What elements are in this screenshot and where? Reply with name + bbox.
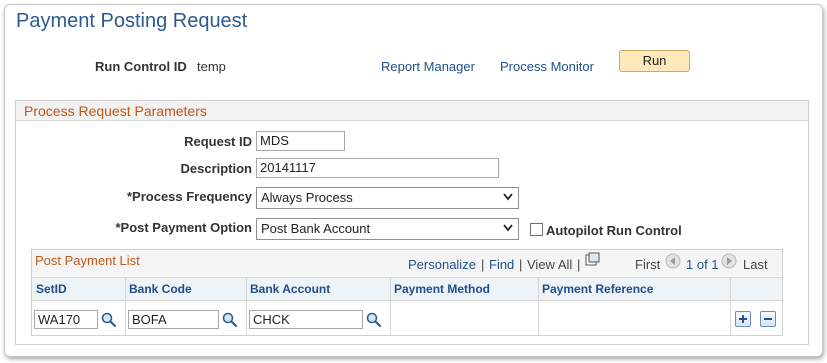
payment-reference-cell — [542, 312, 722, 328]
post-payment-option-value: Post Bank Account — [261, 221, 371, 236]
magnifier-icon[interactable] — [365, 311, 382, 328]
nav-separator: | — [481, 257, 485, 272]
row-range: 1 of 1 — [686, 257, 719, 272]
column-divider — [246, 277, 247, 335]
column-divider — [730, 277, 731, 335]
description-label: Description — [180, 161, 252, 176]
personalize-link[interactable]: Personalize — [408, 257, 476, 272]
last-label: Last — [743, 257, 768, 272]
column-divider — [538, 277, 539, 335]
column-header-bank-account[interactable]: Bank Account — [250, 282, 330, 296]
column-divider — [390, 277, 391, 335]
column-header-payment-method[interactable]: Payment Method — [394, 282, 490, 296]
request-id-label: Request ID — [184, 134, 252, 149]
nav-separator: | — [519, 257, 523, 272]
new-window-icon[interactable] — [585, 252, 600, 267]
process-frequency-select[interactable]: Always Process — [256, 187, 519, 209]
process-frequency-value: Always Process — [261, 190, 353, 205]
post-payment-option-select[interactable]: Post Bank Account — [256, 218, 519, 240]
plus-icon[interactable] — [735, 311, 751, 327]
right-arrow-icon[interactable] — [721, 253, 737, 269]
report-manager-link[interactable]: Report Manager — [381, 59, 475, 74]
run-button[interactable]: Run — [619, 50, 690, 72]
post-payment-option-label: *Post Payment Option — [115, 220, 252, 235]
group-title: Process Request Parameters — [24, 103, 207, 119]
column-divider — [125, 277, 126, 335]
setid-field[interactable]: WA170 — [34, 310, 98, 329]
left-arrow-icon[interactable] — [665, 253, 681, 269]
first-label: First — [635, 257, 661, 272]
column-header-payment-reference[interactable]: Payment Reference — [542, 282, 653, 296]
autopilot-label: Autopilot Run Control — [546, 223, 682, 238]
description-field[interactable]: 20141117 — [256, 158, 499, 178]
run-control-label: Run Control ID — [95, 59, 187, 74]
magnifier-icon[interactable] — [100, 311, 117, 328]
request-id-field[interactable]: MDS — [256, 131, 345, 151]
bank-code-field[interactable]: BOFA — [128, 310, 219, 329]
bank-account-field[interactable]: CHCK — [249, 310, 363, 329]
process-monitor-link[interactable]: Process Monitor — [500, 59, 594, 74]
view-all-link[interactable]: View All — [527, 257, 572, 272]
chevron-down-icon — [503, 193, 513, 201]
magnifier-icon[interactable] — [221, 311, 238, 328]
page-title: Payment Posting Request — [16, 10, 248, 32]
nav-separator: | — [577, 257, 581, 272]
run-control-value: temp — [197, 59, 226, 74]
payment-method-cell — [394, 312, 534, 328]
autopilot-checkbox[interactable] — [530, 223, 543, 236]
grid-title: Post Payment List — [35, 253, 140, 268]
process-frequency-label: *Process Frequency — [126, 189, 252, 204]
find-link[interactable]: Find — [489, 257, 514, 272]
column-header-setid[interactable]: SetID — [36, 282, 67, 296]
minus-icon[interactable] — [760, 311, 776, 327]
column-header-bank-code[interactable]: Bank Code — [129, 282, 192, 296]
chevron-down-icon — [503, 224, 513, 232]
